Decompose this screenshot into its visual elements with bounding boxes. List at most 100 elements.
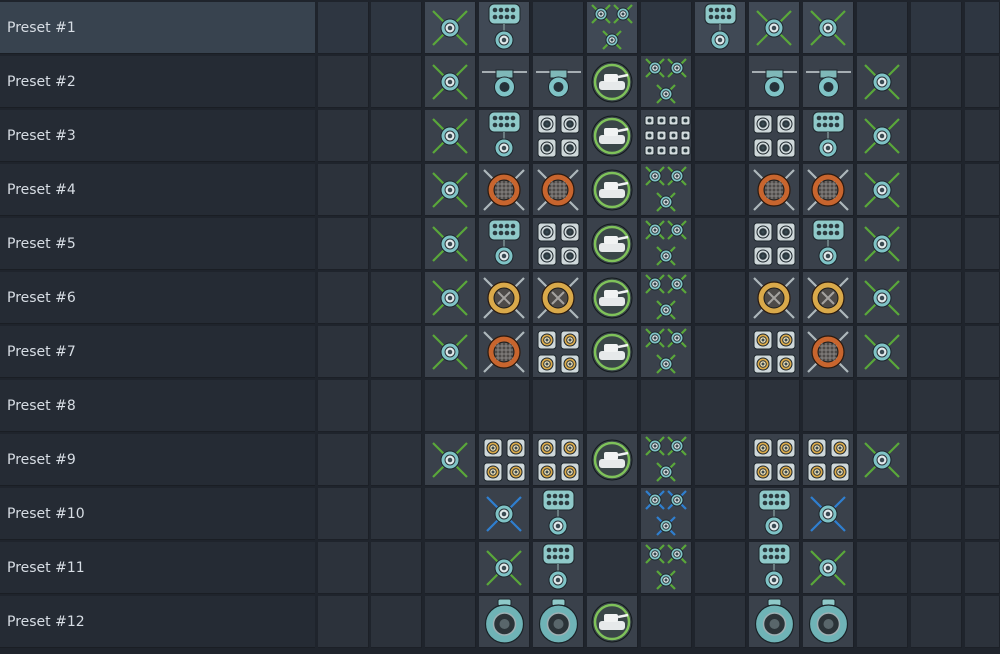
preset-label[interactable]: Preset #7 [0,326,315,378]
weapon-slot[interactable] [371,434,422,486]
weapon-slot[interactable] [533,326,584,378]
weapon-slot[interactable] [479,272,530,324]
weapon-slot[interactable] [695,272,746,324]
weapon-slot[interactable] [318,218,369,270]
weapon-slot[interactable] [803,542,854,594]
weapon-slot[interactable] [479,488,530,540]
weapon-slot[interactable] [965,164,1000,216]
weapon-slot[interactable] [587,326,638,378]
weapon-slot[interactable] [318,56,369,108]
weapon-slot[interactable] [965,56,1000,108]
weapon-slot[interactable] [318,434,369,486]
weapon-slot[interactable] [857,164,908,216]
weapon-slot[interactable] [641,542,692,594]
weapon-slot[interactable] [533,164,584,216]
weapon-slot[interactable] [965,2,1000,54]
weapon-slot[interactable] [641,326,692,378]
weapon-slot[interactable] [803,434,854,486]
weapon-slot[interactable] [371,380,422,432]
preset-row[interactable]: Preset #12 [0,596,1000,648]
weapon-slot[interactable] [695,218,746,270]
weapon-slot[interactable] [857,542,908,594]
weapon-slot[interactable] [965,488,1000,540]
weapon-slot[interactable] [587,488,638,540]
weapon-slot[interactable] [425,110,476,162]
weapon-slot[interactable] [803,218,854,270]
weapon-slot[interactable] [911,326,962,378]
weapon-slot[interactable] [641,164,692,216]
weapon-slot[interactable] [803,2,854,54]
weapon-slot[interactable] [749,164,800,216]
weapon-slot[interactable] [587,434,638,486]
preset-label[interactable]: Preset #4 [0,164,315,216]
weapon-slot[interactable] [965,542,1000,594]
weapon-slot[interactable] [318,2,369,54]
weapon-slot[interactable] [965,596,1000,648]
weapon-slot[interactable] [965,110,1000,162]
weapon-slot[interactable] [533,218,584,270]
weapon-slot[interactable] [641,434,692,486]
preset-row[interactable]: Preset #10 [0,488,1000,540]
weapon-slot[interactable] [803,164,854,216]
preset-row[interactable]: Preset #5 [0,218,1000,270]
weapon-slot[interactable] [695,488,746,540]
weapon-slot[interactable] [857,380,908,432]
weapon-slot[interactable] [911,542,962,594]
preset-label[interactable]: Preset #6 [0,272,315,324]
weapon-slot[interactable] [318,326,369,378]
weapon-slot[interactable] [695,56,746,108]
weapon-slot[interactable] [803,596,854,648]
weapon-slot[interactable] [749,110,800,162]
weapon-slot[interactable] [587,164,638,216]
weapon-slot[interactable] [587,110,638,162]
weapon-slot[interactable] [695,596,746,648]
weapon-slot[interactable] [641,218,692,270]
weapon-slot[interactable] [587,380,638,432]
weapon-slot[interactable] [425,380,476,432]
weapon-slot[interactable] [479,56,530,108]
weapon-slot[interactable] [911,218,962,270]
weapon-slot[interactable] [425,326,476,378]
preset-row[interactable]: Preset #7 [0,326,1000,378]
weapon-slot[interactable] [533,434,584,486]
weapon-slot[interactable] [587,218,638,270]
weapon-slot[interactable] [425,2,476,54]
weapon-slot[interactable] [911,164,962,216]
preset-label[interactable]: Preset #3 [0,110,315,162]
weapon-slot[interactable] [479,2,530,54]
weapon-slot[interactable] [371,272,422,324]
weapon-slot[interactable] [749,596,800,648]
weapon-slot[interactable] [911,488,962,540]
weapon-slot[interactable] [425,164,476,216]
preset-label[interactable]: Preset #12 [0,596,315,648]
weapon-slot[interactable] [371,542,422,594]
weapon-slot[interactable] [425,434,476,486]
preset-label[interactable]: Preset #11 [0,542,315,594]
weapon-slot[interactable] [749,56,800,108]
weapon-slot[interactable] [318,272,369,324]
weapon-slot[interactable] [857,488,908,540]
weapon-slot[interactable] [533,272,584,324]
weapon-slot[interactable] [749,434,800,486]
weapon-slot[interactable] [641,2,692,54]
weapon-slot[interactable] [641,380,692,432]
preset-row[interactable]: Preset #11 [0,542,1000,594]
weapon-slot[interactable] [587,542,638,594]
preset-row[interactable]: Preset #2 [0,56,1000,108]
weapon-slot[interactable] [911,596,962,648]
weapon-slot[interactable] [911,2,962,54]
preset-label[interactable]: Preset #8 [0,380,315,432]
weapon-slot[interactable] [857,596,908,648]
preset-row[interactable]: Preset #9 [0,434,1000,486]
weapon-slot[interactable] [857,218,908,270]
weapon-slot[interactable] [965,326,1000,378]
weapon-slot[interactable] [425,272,476,324]
weapon-slot[interactable] [479,596,530,648]
weapon-slot[interactable] [641,56,692,108]
weapon-slot[interactable] [965,218,1000,270]
weapon-slot[interactable] [425,542,476,594]
weapon-slot[interactable] [911,380,962,432]
weapon-slot[interactable] [425,218,476,270]
weapon-slot[interactable] [587,56,638,108]
weapon-slot[interactable] [803,110,854,162]
